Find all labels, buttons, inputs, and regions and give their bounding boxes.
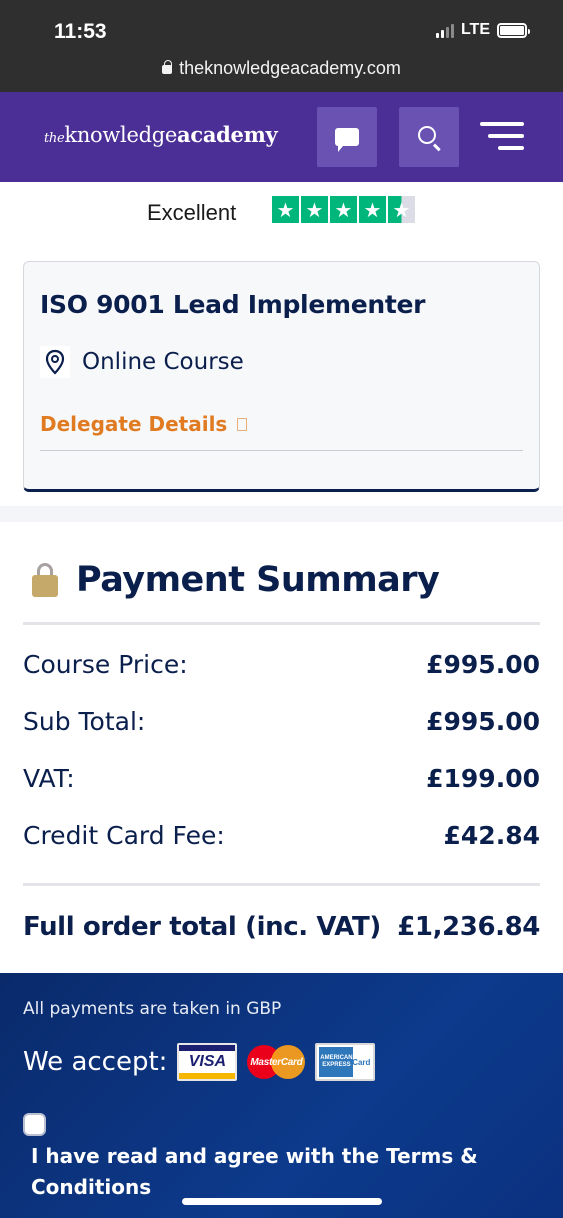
currency-note: All payments are taken in GBP: [23, 999, 282, 1019]
row-value: £199.00: [426, 764, 540, 793]
row-label: VAT:: [23, 764, 75, 793]
star-icon: ★: [272, 196, 299, 223]
menu-icon-bar: [480, 122, 524, 126]
menu-button[interactable]: [478, 122, 524, 154]
amex-text: AMERICAN EXPRESS: [319, 1047, 354, 1077]
logo-prefix: the: [44, 131, 65, 146]
total-divider: [23, 883, 540, 886]
location-pin-icon: [40, 346, 70, 378]
terms-label[interactable]: I have read and agree with the Terms & C…: [31, 1141, 501, 1203]
chat-icon: [335, 128, 359, 152]
row-value: £995.00: [426, 650, 540, 679]
menu-icon-bar: [488, 134, 524, 138]
row-label: Course Price:: [23, 650, 188, 679]
status-time: 11:53: [54, 20, 107, 43]
status-indicators: LTE: [435, 21, 530, 39]
card-divider: [40, 450, 523, 451]
star-icon: ★: [330, 196, 357, 223]
summary-row-vat: VAT: £199.00: [23, 764, 540, 793]
network-label: LTE: [460, 21, 490, 38]
chat-button[interactable]: [317, 107, 377, 167]
accept-label: We accept:: [23, 1047, 168, 1077]
padlock-icon: [32, 563, 58, 597]
amex-card-text: Card: [352, 1058, 371, 1067]
site-header: theknowledgeacademy: [0, 92, 563, 182]
site-logo[interactable]: theknowledgeacademy: [44, 122, 278, 147]
rating-label: Excellent: [147, 200, 237, 225]
payment-summary-heading: Payment Summary: [32, 560, 440, 600]
half-star-icon: ★: [388, 196, 415, 223]
amex-icon: AMERICAN EXPRESS Card: [315, 1043, 376, 1081]
search-button[interactable]: [399, 107, 459, 167]
logo-bold: academy: [177, 122, 278, 147]
signal-icon: [435, 22, 454, 38]
star-icon: ★: [301, 196, 328, 223]
course-title: ISO 9001 Lead Implementer: [40, 290, 426, 319]
summary-row-course-price: Course Price: £995.00: [23, 650, 540, 679]
order-total-row: Full order total (inc. VAT) £1,236.84: [23, 912, 540, 942]
mastercard-icon: MasterCard: [245, 1043, 307, 1081]
search-icon: [418, 126, 436, 144]
logo-main: knowledge: [64, 123, 178, 147]
payment-info-panel: All payments are taken in GBP We accept:…: [0, 973, 563, 1218]
browser-chrome: 11:53 LTE theknowledgeacademy.com: [0, 0, 563, 92]
accepted-cards: We accept: VISA MasterCard AMERICAN EXPR…: [23, 1043, 376, 1081]
delegate-details-toggle[interactable]: Delegate Details: [40, 412, 248, 436]
course-type-label: Online Course: [82, 349, 244, 375]
star-icon: ★: [359, 196, 386, 223]
trustpilot-rating[interactable]: Excellent ★ ★ ★ ★ ★: [0, 196, 563, 232]
course-type: Online Course: [40, 346, 244, 378]
battery-icon: [497, 22, 530, 38]
row-label: Sub Total:: [23, 707, 146, 736]
lock-icon: [162, 60, 173, 74]
order-total-label: Full order total (inc. VAT): [23, 912, 381, 942]
expand-icon: [237, 417, 248, 431]
menu-icon-bar: [498, 146, 524, 150]
order-total-value: £1,236.84: [397, 912, 540, 942]
terms-checkbox[interactable]: [23, 1113, 46, 1136]
rating-stars: ★ ★ ★ ★ ★: [272, 196, 415, 223]
row-label: Credit Card Fee:: [23, 821, 225, 850]
url-text: theknowledgeacademy.com: [179, 58, 401, 78]
home-indicator[interactable]: [182, 1198, 382, 1205]
payment-summary-title: Payment Summary: [76, 560, 440, 600]
visa-icon: VISA: [177, 1043, 238, 1081]
summary-row-card-fee: Credit Card Fee: £42.84: [23, 821, 540, 850]
address-bar[interactable]: theknowledgeacademy.com: [0, 58, 563, 79]
mastercard-text: MasterCard: [250, 1056, 303, 1068]
section-separator: [0, 506, 563, 522]
row-value: £995.00: [426, 707, 540, 736]
delegate-details-label: Delegate Details: [40, 412, 228, 436]
row-value: £42.84: [443, 821, 540, 850]
visa-text: VISA: [188, 1053, 227, 1070]
course-card: ISO 9001 Lead Implementer Online Course …: [23, 261, 540, 492]
summary-row-sub-total: Sub Total: £995.00: [23, 707, 540, 736]
summary-divider: [23, 622, 540, 625]
